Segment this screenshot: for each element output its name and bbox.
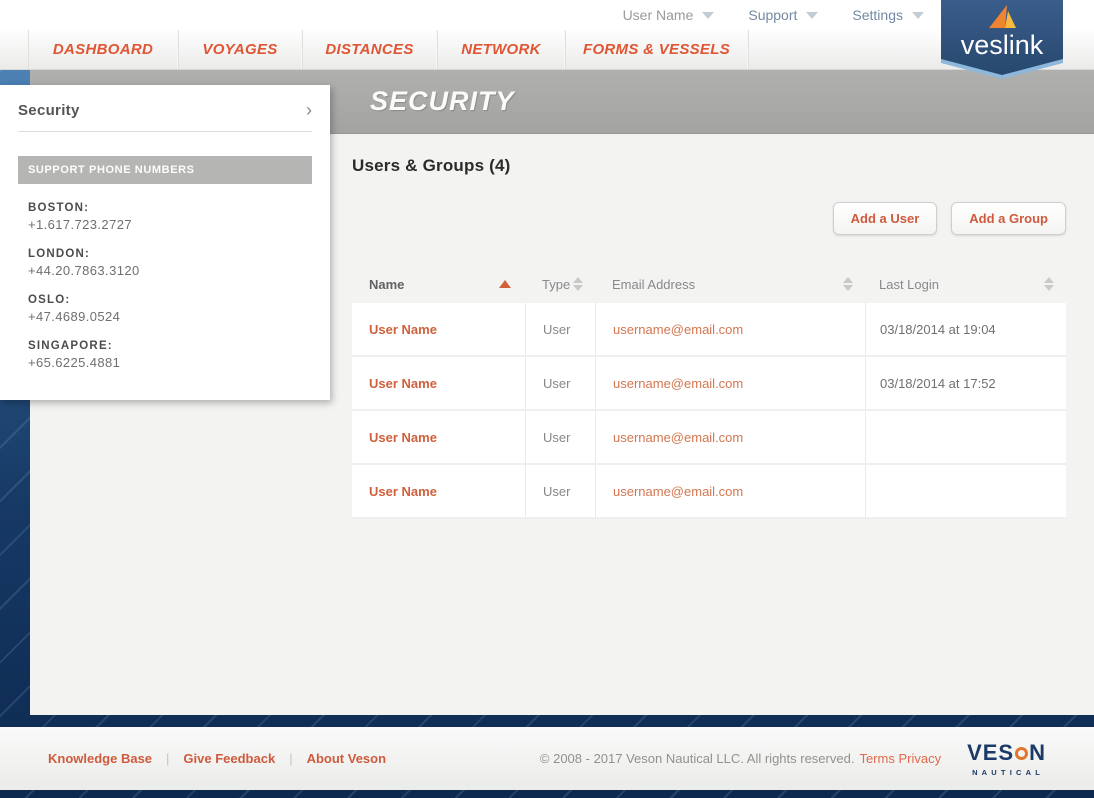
user-name-link[interactable]: User Name — [352, 484, 525, 499]
phone-city: SINGAPORE: — [28, 340, 330, 352]
footer-links: Knowledge Base | Give Feedback | About V… — [48, 751, 386, 766]
chevron-down-icon — [912, 12, 924, 19]
veslink-logo[interactable]: veslink — [941, 0, 1063, 82]
divider: | — [166, 751, 169, 766]
phone-number: +65.6225.4881 — [28, 355, 330, 370]
users-table: Name Type Email Address Last Login — [352, 265, 1066, 519]
column-header-email[interactable]: Email Address — [595, 277, 865, 292]
user-name-link[interactable]: User Name — [352, 322, 525, 337]
about-veson-link[interactable]: About Veson — [307, 751, 386, 766]
section-heading: Users & Groups (4) — [352, 156, 1066, 176]
tab-network[interactable]: NETWORK — [437, 30, 565, 69]
phone-entry-oslo: OSLO: +47.4689.0524 — [28, 294, 330, 324]
phone-entry-boston: BOSTON: +1.617.723.2727 — [28, 202, 330, 232]
veson-nautical-logo[interactable]: VES N NAUTICAL — [967, 740, 1046, 777]
phone-entry-singapore: SINGAPORE: +65.6225.4881 — [28, 340, 330, 370]
main-nav: DASHBOARD VOYAGES DISTANCES NETWORK FORM… — [0, 30, 1094, 70]
top-bar: User Name Support Settings — [0, 0, 1094, 30]
add-user-button[interactable]: Add a User — [833, 202, 938, 235]
column-header-last-login[interactable]: Last Login — [865, 277, 1066, 292]
user-last-login: 03/18/2014 at 19:04 — [865, 303, 1066, 355]
sort-ascending-icon[interactable] — [499, 280, 511, 288]
divider — [18, 131, 312, 132]
user-email-link[interactable]: username@email.com — [595, 411, 865, 463]
sidebar-title: Security — [18, 102, 80, 119]
support-menu-label: Support — [748, 7, 797, 23]
table-header: Name Type Email Address Last Login — [352, 265, 1066, 303]
veslink-logo-graphic: veslink — [941, 0, 1063, 82]
user-email-link[interactable]: username@email.com — [595, 303, 865, 355]
tab-voyages[interactable]: VOYAGES — [178, 30, 302, 69]
user-email-link[interactable]: username@email.com — [595, 465, 865, 517]
user-email-link[interactable]: username@email.com — [595, 357, 865, 409]
support-menu[interactable]: Support — [748, 7, 818, 23]
support-phone-numbers-header: SUPPORT PHONE NUMBERS — [18, 156, 312, 184]
table-row: User Name User username@email.com 03/18/… — [352, 357, 1066, 411]
page-title: SECURITY — [370, 86, 515, 117]
divider: | — [289, 751, 292, 766]
user-last-login: 03/18/2014 at 17:52 — [865, 357, 1066, 409]
sort-icon[interactable] — [573, 277, 583, 291]
footer: Knowledge Base | Give Feedback | About V… — [0, 727, 1094, 790]
sidebar-panel: Security › SUPPORT PHONE NUMBERS BOSTON:… — [0, 85, 330, 400]
user-type: User — [525, 357, 595, 409]
phone-city: BOSTON: — [28, 202, 330, 214]
action-buttons: Add a User Add a Group — [352, 202, 1066, 235]
user-type: User — [525, 411, 595, 463]
phone-number: +1.617.723.2727 — [28, 217, 330, 232]
column-header-type[interactable]: Type — [525, 277, 595, 292]
main-area: Users & Groups (4) Add a User Add a Grou… — [352, 156, 1066, 519]
veslink-wordmark: veslink — [961, 30, 1044, 60]
tab-forms-vessels[interactable]: FORMS & VESSELS — [565, 30, 748, 69]
user-name-link[interactable]: User Name — [352, 376, 525, 391]
phone-entry-london: LONDON: +44.20.7863.3120 — [28, 248, 330, 278]
chevron-down-icon — [702, 12, 714, 19]
column-label: Last Login — [879, 277, 939, 292]
terms-privacy-link[interactable]: Terms Privacy — [859, 751, 941, 766]
sort-icon[interactable] — [1044, 277, 1054, 291]
give-feedback-link[interactable]: Give Feedback — [183, 751, 275, 766]
phone-list: BOSTON: +1.617.723.2727 LONDON: +44.20.7… — [28, 202, 330, 370]
knowledge-base-link[interactable]: Knowledge Base — [48, 751, 152, 766]
user-type: User — [525, 303, 595, 355]
phone-city: OSLO: — [28, 294, 330, 306]
logo-text-part: N — [1029, 740, 1046, 766]
phone-city: LONDON: — [28, 248, 330, 260]
user-last-login — [865, 465, 1066, 517]
column-label: Name — [369, 277, 404, 292]
sidebar-item-security[interactable]: Security › — [0, 85, 330, 131]
tab-distances[interactable]: DISTANCES — [302, 30, 437, 69]
settings-menu[interactable]: Settings — [852, 7, 924, 23]
settings-menu-label: Settings — [852, 7, 903, 23]
sort-icon[interactable] — [843, 277, 853, 291]
veson-logo-text: VES N — [967, 740, 1046, 766]
phone-number: +47.4689.0524 — [28, 309, 330, 324]
column-label: Email Address — [612, 277, 695, 292]
logo-text-part: VES — [967, 740, 1014, 766]
user-type: User — [525, 465, 595, 517]
chevron-right-icon: › — [306, 101, 312, 119]
veson-o-icon — [1015, 747, 1028, 760]
table-row: User Name User username@email.com — [352, 411, 1066, 465]
table-row: User Name User username@email.com 03/18/… — [352, 303, 1066, 357]
table-row: User Name User username@email.com — [352, 465, 1066, 519]
column-header-name[interactable]: Name — [352, 277, 525, 292]
nav-spacer — [0, 30, 28, 69]
add-group-button[interactable]: Add a Group — [951, 202, 1066, 235]
column-label: Type — [542, 277, 570, 292]
user-menu[interactable]: User Name — [623, 7, 715, 23]
veson-logo-subtext: NAUTICAL — [967, 768, 1046, 777]
user-menu-label: User Name — [623, 7, 694, 23]
phone-number: +44.20.7863.3120 — [28, 263, 330, 278]
copyright-text: © 2008 - 2017 Veson Nautical LLC. All ri… — [540, 751, 855, 766]
user-last-login — [865, 411, 1066, 463]
chevron-down-icon — [806, 12, 818, 19]
tab-dashboard[interactable]: DASHBOARD — [28, 30, 178, 69]
user-name-link[interactable]: User Name — [352, 430, 525, 445]
